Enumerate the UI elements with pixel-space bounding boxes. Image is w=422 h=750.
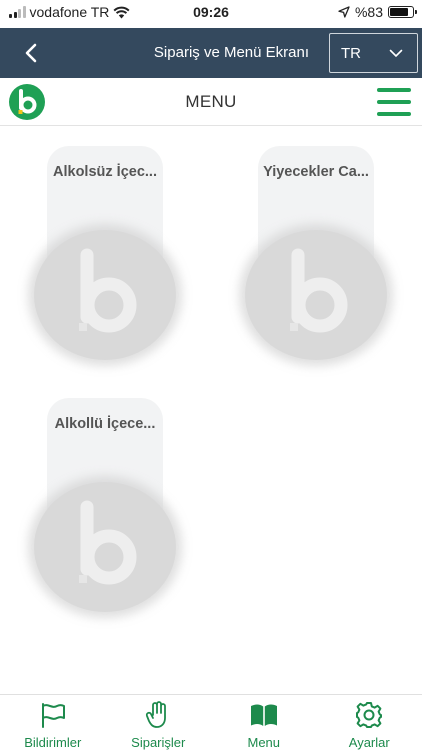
battery-fill [390,8,409,16]
tab-label: Menu [247,735,281,750]
back-button[interactable] [16,38,46,68]
language-value: TR [341,44,361,62]
status-bar: vodafone TR 09:26 %83 [0,0,422,28]
placeholder-logo-icon [79,248,137,333]
category-card-yiyecekler[interactable]: Yiyecekler Ca... [245,146,387,360]
battery-percent: %83 [354,4,383,20]
chevron-down-icon [389,49,403,58]
tab-menu[interactable]: Menu [211,695,317,750]
status-right: %83 [338,4,417,20]
category-image [34,230,176,360]
tab-label: Bildirimler [24,735,82,750]
category-label: Alkollü İçece... [54,416,156,432]
category-label: Yiyecekler Ca... [263,164,369,180]
page-title: MENU [185,92,237,111]
chevron-left-icon [25,43,37,63]
tab-ayarlar[interactable]: Ayarlar [317,695,422,750]
tab-label: Ayarlar [348,735,390,750]
language-select[interactable]: TR [329,33,418,73]
app-header: MENU [0,78,422,126]
category-card-alkolsuz[interactable]: Alkolsüz İçec... [34,146,176,360]
tab-siparisler[interactable]: Siparişler [106,695,212,750]
nav-title: Sipariş ve Menü Ekranı [153,44,309,61]
tab-bildirimler[interactable]: Bildirimler [0,695,106,750]
flag-icon [39,701,67,729]
tab-bar: Bildirimler Siparişler Menu Ayarlar [0,694,422,750]
battery-icon [388,6,417,18]
hand-icon [144,701,172,729]
book-icon [250,701,278,729]
hamburger-line [377,112,411,116]
tab-label: Siparişler [131,735,186,750]
placeholder-logo-icon [290,248,348,333]
category-image [34,482,176,612]
category-label: Alkolsüz İçec... [53,164,157,180]
nav-bar: Sipariş ve Menü Ekranı TR [0,28,422,78]
menu-button[interactable] [377,88,411,116]
category-image [245,230,387,360]
hamburger-line [377,100,411,104]
placeholder-logo-icon [79,500,137,585]
location-arrow-icon [338,6,350,18]
hamburger-line [377,88,411,92]
category-card-alkollu[interactable]: Alkollü İçece... [34,398,176,612]
gear-icon [355,701,383,729]
